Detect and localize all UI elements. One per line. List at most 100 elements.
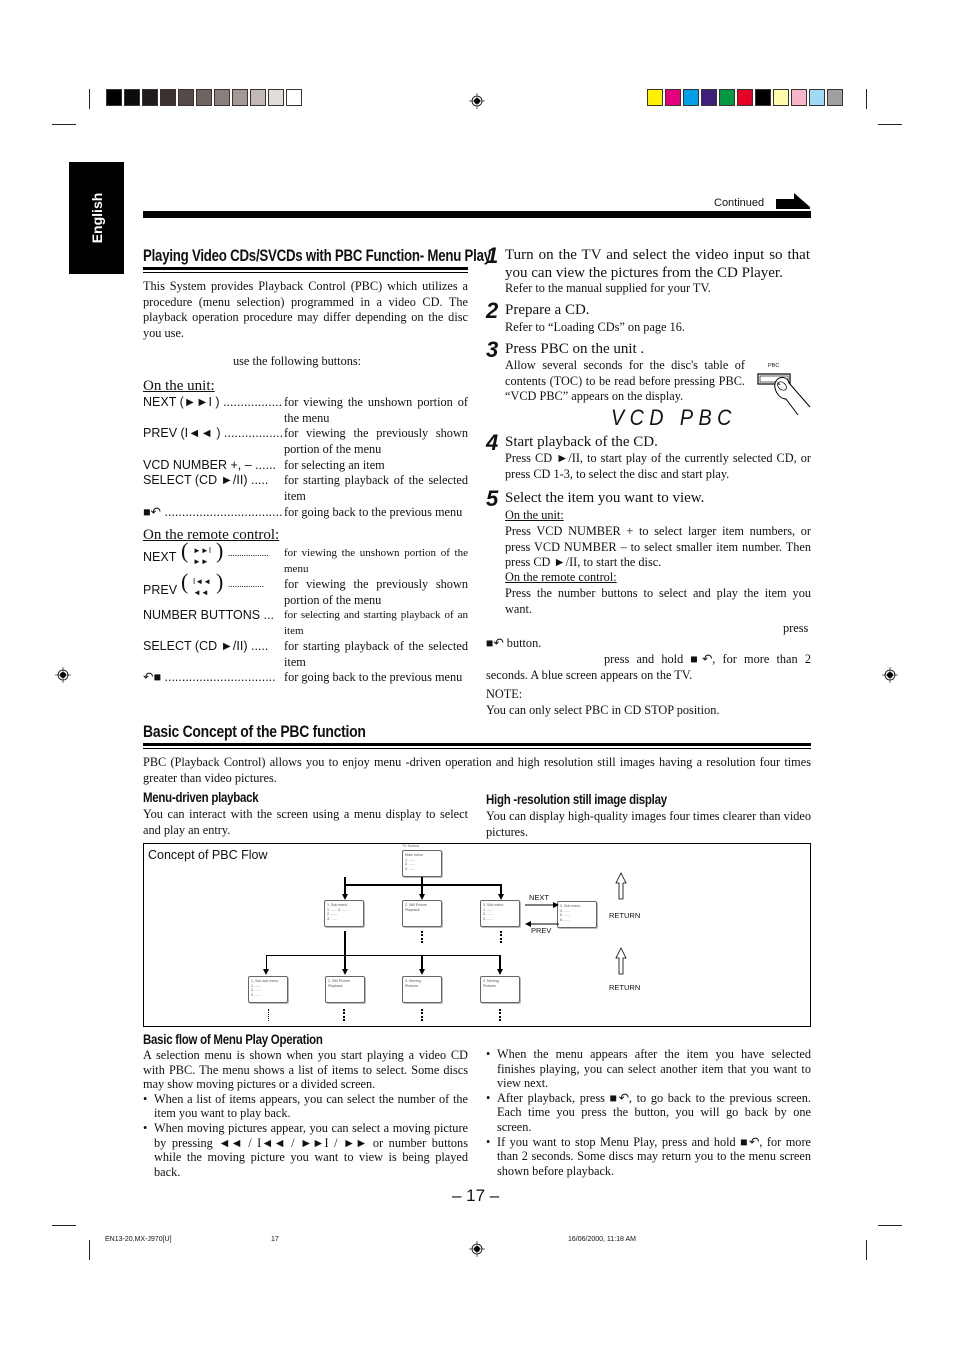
sub-menu-3-page2-screen: 3. Sub menu 4. ...... 5. ...... 6. ...... [557, 901, 597, 928]
color-swatch [791, 89, 807, 106]
color-swatch [214, 89, 230, 106]
footer-page: 17 [271, 1236, 279, 1243]
step-title: Prepare a CD. [505, 302, 590, 318]
step-title: Press PBC on the unit . [505, 341, 645, 357]
crop-mark [52, 1225, 76, 1226]
basic-flow-bullet: When moving pictures appear, you can sel… [143, 1121, 468, 1179]
after-hold-2: seconds. A blue screen appears on the TV… [486, 668, 693, 682]
crop-mark [52, 124, 76, 125]
crop-mark [89, 89, 90, 109]
color-swatch [232, 89, 248, 106]
menu-driven-heading: Menu-driven playback [143, 790, 259, 805]
continuation-dots [343, 1009, 347, 1021]
after-press: press [783, 621, 809, 635]
pbc-button-label: PBC [768, 363, 780, 369]
still-picture-2-screen: 2. Still Picture Playback [325, 976, 365, 1003]
color-swatch [124, 89, 140, 106]
color-swatch [106, 89, 122, 106]
remote-row-next: NEXT ( ►►I ►► ) .................. for vi… [143, 538, 468, 575]
section-title: Playing Video CDs/SVCDs with PBC Functio… [143, 246, 491, 265]
step-body: Press CD ►/II, to start play of the curr… [505, 451, 811, 481]
note-text: You can only select PBC in CD STOP posit… [486, 703, 720, 717]
page-number: – 17 – [452, 1186, 500, 1205]
continuation-dots [268, 1009, 271, 1021]
continued-label: Continued [714, 197, 765, 209]
connector [344, 931, 346, 939]
arrow-down-icon [419, 969, 425, 975]
continued-arrow-icon [776, 193, 810, 209]
basic-flow-bullet: After playback, press ■↶, to go back to … [486, 1091, 811, 1135]
color-swatch [827, 89, 843, 106]
vcd-pbc-display: VCD PBC [610, 405, 737, 430]
arrow-down-icon [263, 969, 269, 975]
footer-timestamp: 16/06/2000, 11:18 AM [568, 1236, 636, 1243]
arrow-down-icon [342, 969, 348, 975]
return-label: RETURN [609, 983, 641, 992]
return-arrow-icon [615, 872, 627, 900]
crop-mark [89, 1240, 90, 1260]
unit-heading: On the unit: [143, 378, 215, 394]
language-tab: English [69, 162, 124, 274]
step-unit-body: Press VCD NUMBER + to select larger item… [505, 524, 811, 570]
note-label: NOTE: [486, 687, 523, 701]
color-swatch [665, 89, 681, 106]
color-swatch [773, 89, 789, 106]
continuation-dots [500, 931, 504, 943]
step-title: Start playback of the CD. [505, 434, 658, 450]
after-hold: press and hold ■↶, for more than 2 [604, 652, 811, 666]
tv-screen-label: TV Screen [402, 844, 419, 848]
crop-mark [866, 89, 867, 109]
basic-flow-bullet: If you want to stop Menu Play, press and… [486, 1135, 811, 1179]
color-swatch [160, 89, 176, 106]
return-arrow-icon [615, 947, 627, 975]
moving-pictures-3-screen: 3. Moving Pictures [402, 976, 442, 1003]
color-swatch [737, 89, 753, 106]
color-swatch [268, 89, 284, 106]
high-res-heading: High -resolution still image display [486, 792, 667, 807]
arrow-right-icon [525, 902, 559, 908]
concept-title: Basic Concept of the PBC function [143, 722, 366, 741]
step-number: 3 [486, 337, 499, 362]
return-label: RETURN [609, 911, 641, 920]
color-swatch [647, 89, 663, 106]
step-number: 1 [486, 243, 499, 268]
next-label: NEXT [529, 893, 550, 902]
language-label: English [88, 192, 105, 244]
remote-heading: On the remote control: [143, 527, 280, 543]
prev-label: PREV [531, 926, 552, 935]
sub-menu-1-screen: 1. Sub menu 1. ...... 4. ...... 2. ...... 3… [324, 900, 364, 927]
remote-row-prev: PREV ( I◄◄ ◄◄ ) ................ for view… [143, 569, 468, 607]
after-button: ■↶ button. [486, 636, 542, 650]
basic-flow-bullet: When the menu appears after the item you… [486, 1047, 811, 1091]
color-swatch [196, 89, 212, 106]
color-swatch [142, 89, 158, 106]
pbc-button-press-icon [757, 373, 811, 416]
step-remote-heading: On the remote control: [505, 570, 617, 584]
concept-rule [143, 743, 811, 746]
color-swatch [250, 89, 266, 106]
connector [344, 939, 346, 956]
crop-mark [878, 124, 902, 125]
color-swatch [755, 89, 771, 106]
step-body: Allow several seconds for the disc's tab… [505, 358, 745, 404]
color-swatch [178, 89, 194, 106]
diagram-title: Concept of PBC Flow [148, 848, 268, 862]
step-title: Turn on the TV and select the video inpu… [505, 247, 810, 281]
color-swatch [701, 89, 717, 106]
step-body: Refer to “Loading CDs” on page 16. [505, 320, 685, 334]
registration-mark-icon [469, 1241, 485, 1257]
connector [344, 884, 502, 886]
concept-intro: PBC (Playback Control) allows you to enj… [143, 755, 811, 785]
basic-flow-bullet: When a list of items appears, you can se… [143, 1092, 468, 1121]
basic-flow-heading: Basic flow of Menu Play Operation [143, 1032, 323, 1047]
title-rule [143, 267, 468, 270]
step-body: Refer to the manual supplied for your TV… [505, 281, 711, 295]
sub-menu-3-screen: 3. Sub menu 1. ...... 2. ...... 3. ...... [480, 900, 520, 927]
step-unit-heading: On the unit: [505, 508, 564, 522]
crop-mark [878, 1225, 902, 1226]
color-swatch [719, 89, 735, 106]
registration-mark-icon [55, 667, 71, 683]
step-remote-body: Press the number buttons to select and p… [505, 586, 811, 616]
continuation-dots [499, 1009, 503, 1021]
registration-mark-icon [469, 93, 485, 109]
